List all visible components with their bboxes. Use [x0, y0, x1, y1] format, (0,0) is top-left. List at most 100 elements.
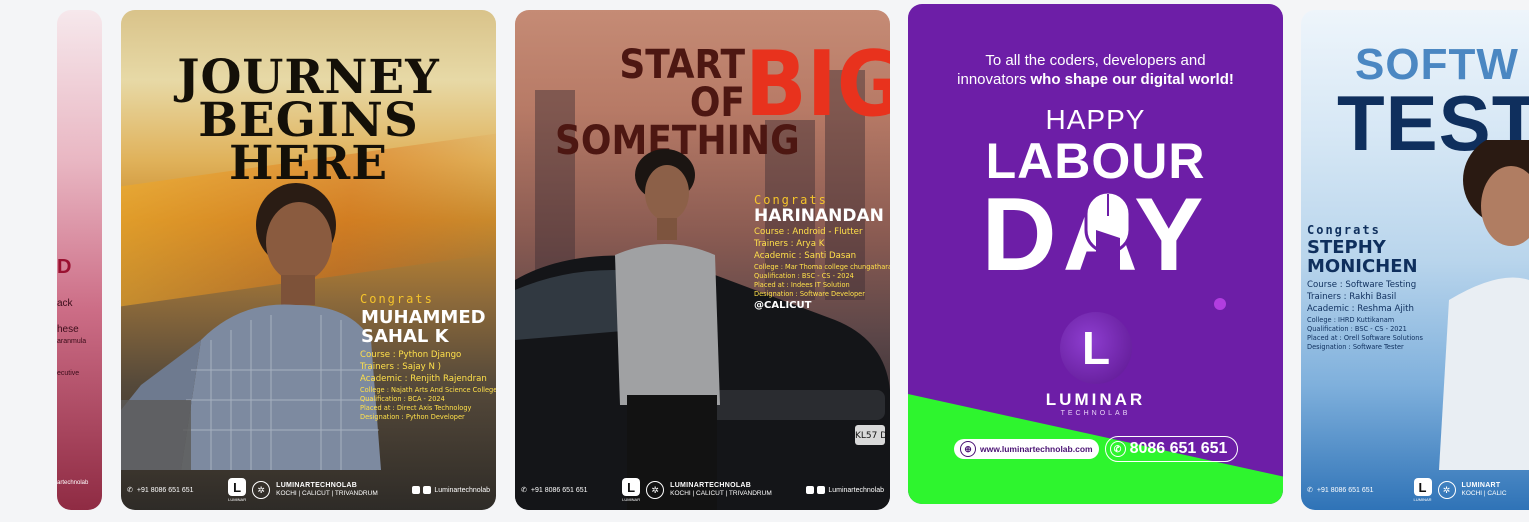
detail-designation: Designation : Software Developer	[754, 289, 865, 298]
phone-number: 8086 651 651	[1129, 440, 1228, 457]
brand-locations: KOCHI | CALIC	[1461, 490, 1507, 498]
poster-carousel: D ack hese aranmula ecutive artechnolab …	[0, 0, 1529, 522]
congrats-label: Congrats	[754, 193, 828, 207]
footer-brand: L LUMINAR ✲ LUMINART KOCHI | CALIC	[1413, 478, 1507, 502]
poster-text: hese	[57, 324, 79, 335]
website-pill[interactable]: ⊕ www.luminartechnolab.com	[954, 439, 1099, 459]
license-plate: KL57 D	[855, 431, 887, 441]
social-handle: Luminartechnolab	[828, 486, 884, 494]
poster-card-stephy-monichen[interactable]: SOFTW TEST Congrats STEPHY MONICHEN Cour…	[1301, 10, 1529, 510]
tagline-plain: innovators	[957, 70, 1031, 88]
luminar-logo: L LUMINAR	[1413, 478, 1432, 502]
poster-card-partial-left[interactable]: D ack hese aranmula ecutive artechnolab	[57, 10, 102, 510]
student-details: Course : Software Testing Trainers : Rak…	[1307, 280, 1423, 352]
poster-text: ack	[57, 298, 73, 309]
brand-locations: KOCHI | CALICUT | TRIVANDRUM	[670, 490, 772, 498]
brand-text: LUMINART KOCHI | CALIC	[1462, 482, 1507, 499]
footer-phone: ✆ +91 8086 651 651	[521, 486, 588, 495]
phone-icon: ✆	[127, 487, 133, 494]
detail-trainers: Trainers : Sajay N )	[360, 361, 441, 372]
poster-headline: JOURNEY BEGINS HERE	[121, 54, 496, 188]
brand-text: LUMINARTECHNOLAB KOCHI | CALICUT | TRIVA…	[276, 482, 378, 499]
luminar-logo: L LUMINAR	[228, 478, 246, 502]
logo-caption: LUMINAR	[1413, 497, 1432, 502]
facebook-icon	[806, 486, 815, 494]
mouse-hand-icon	[1084, 190, 1132, 276]
social-handle: Luminartechnolab	[434, 486, 490, 494]
name-line: SAHAL K	[361, 325, 449, 347]
poster-text: ecutive	[57, 370, 80, 377]
footer-brand: L LUMINAR ✲ LUMINARTECHNOLAB KOCHI | CAL…	[228, 478, 378, 502]
phone-icon: ✆	[1109, 441, 1126, 457]
brand-name: LUMINAR	[1045, 390, 1146, 409]
detail-trainers: Trainers : Rakhi Basil	[1307, 291, 1397, 302]
luminar-logo: L LUMINAR	[622, 478, 640, 502]
brand-name: LUMINART	[1461, 481, 1501, 489]
tagline-line: To all the coders, developers and	[985, 52, 1206, 69]
detail-location: @CALICUT	[754, 299, 812, 311]
footer-phone: ✆ +91 8086 651 651	[1307, 486, 1374, 495]
phone-icon: ✆	[521, 487, 527, 494]
detail-placed: Placed at : Orell Software Solutions	[1307, 333, 1423, 342]
instagram-icon	[423, 486, 432, 494]
person-photo	[1439, 140, 1529, 470]
detail-college: College : Najath Arts And Science Colleg…	[360, 385, 496, 394]
detail-designation: Designation : Python Developer	[360, 412, 465, 421]
detail-placed: Placed at : Direct Axis Technology	[360, 403, 472, 412]
globe-icon: ⊕	[960, 441, 976, 457]
detail-academic: Academic : Reshma Ajith	[1307, 303, 1414, 314]
detail-college: College : IHRD Kuttikanam	[1307, 315, 1395, 324]
poster-card-muhammed-sahal[interactable]: JOURNEY BEGINS HERE Congrats MUHAMMED SA…	[121, 10, 496, 510]
detail-academic: Academic : Renjith Rajendran	[360, 373, 487, 384]
poster-footer: ✆ +91 8086 651 651 L LUMINAR ✲ LUMINARTE…	[515, 470, 890, 510]
network-icon: ✲	[252, 481, 271, 499]
network-icon: ✲	[646, 481, 665, 499]
phone-number: +91 8086 651 651	[136, 486, 194, 494]
footer-brand: L LUMINAR ✲ LUMINARTECHNOLAB KOCHI | CAL…	[622, 478, 772, 502]
network-icon: ✲	[1437, 481, 1456, 499]
luminar-l-icon: L	[228, 478, 247, 496]
student-details: Course : Android - Flutter Trainers : Ar…	[754, 227, 890, 313]
brand-name: LUMINARTECHNOLAB	[276, 481, 358, 489]
brand-locations: KOCHI | CALICUT | TRIVANDRUM	[276, 490, 378, 498]
logo-caption: LUMINAR	[622, 497, 641, 502]
detail-course: Course : Android - Flutter	[754, 227, 863, 237]
congrats-label: Congrats	[360, 292, 434, 306]
poster-text: D	[57, 256, 72, 278]
phone-pill[interactable]: ✆ 8086 651 651	[1104, 436, 1239, 462]
detail-qualification: Qualification : BCA - 2024	[360, 394, 445, 403]
luminar-l-icon: L	[622, 478, 641, 496]
phone-number: +91 8086 651 651	[530, 486, 588, 494]
detail-designation: Designation : Software Tester	[1307, 342, 1404, 351]
footer-social: Luminartechnolab	[412, 486, 490, 494]
poster-card-labour-day[interactable]: To all the coders, developers and innova…	[908, 4, 1283, 504]
student-details: Course : Python Django Trainers : Sajay …	[360, 350, 496, 422]
tagline-bold: who shape our digital world!	[1030, 70, 1234, 88]
contact-bar: ⊕ www.luminartechnolab.com ✆ 8086 651 65…	[954, 436, 1239, 462]
decorative-dot	[1214, 298, 1226, 310]
poster-card-harinandan[interactable]: START OF SOMETHING BIG KL57 D Congrats H…	[515, 10, 890, 510]
phone-number: +91 8086 651 651	[1316, 486, 1374, 494]
brand-name: LUMINARTECHNOLAB	[670, 481, 752, 489]
headline-stack: START OF SOMETHING	[555, 42, 800, 161]
student-name: STEPHY MONICHEN	[1307, 238, 1418, 277]
logo-caption: LUMINAR	[228, 497, 247, 502]
poster-text: aranmula	[57, 338, 87, 345]
poster-headline: START OF SOMETHING BIG	[555, 40, 890, 162]
luminar-l-icon: L	[1413, 478, 1432, 496]
detail-college: College : Mar Thoma college chungathara	[754, 262, 890, 271]
brand-sub: TECHNOLAB	[1060, 410, 1131, 417]
website-url: www.luminartechnolab.com	[980, 444, 1093, 454]
poster-footer: ✆ +91 8086 651 651 L LUMINAR ✲ LUMINART …	[1301, 470, 1529, 510]
person-photo	[121, 183, 381, 470]
headline-line: START OF	[619, 42, 745, 126]
detail-qualification: Qualification : BSC - CS - 2021	[1307, 324, 1407, 333]
detail-course: Course : Software Testing	[1307, 280, 1417, 290]
detail-qualification: Qualification : BSC - CS - 2024	[754, 271, 854, 280]
footer-social: Luminartechnolab	[806, 486, 884, 494]
poster-text: artechnolab	[57, 480, 89, 486]
tagline: To all the coders, developers and innova…	[908, 52, 1283, 90]
luminar-logo: L	[1060, 312, 1132, 384]
brand-text: LUMINARTECHNOLAB KOCHI | CALICUT | TRIVA…	[670, 482, 772, 499]
facebook-icon	[412, 486, 421, 494]
